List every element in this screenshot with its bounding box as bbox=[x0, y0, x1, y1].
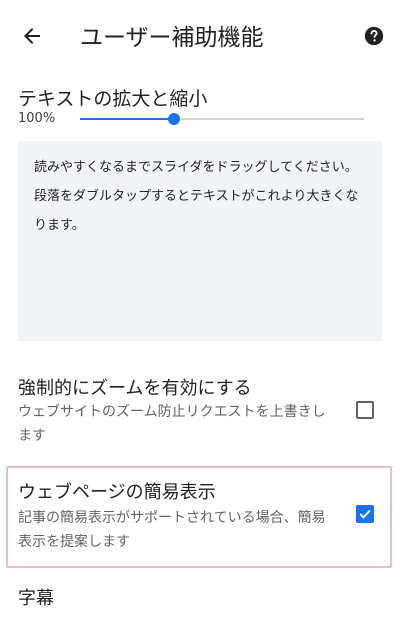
back-button[interactable] bbox=[16, 22, 48, 54]
captions-setting[interactable]: 字幕 bbox=[18, 586, 54, 612]
force-zoom-setting[interactable]: 強制的にズームを有効にする ウェブサイトのズーム防止リクエストを上書きします bbox=[0, 374, 400, 454]
slider-thumb[interactable] bbox=[167, 113, 180, 125]
text-scaling-slider[interactable] bbox=[80, 110, 364, 128]
page-title: ユーザー補助機能 bbox=[80, 25, 264, 51]
app-bar: ユーザー補助機能 bbox=[0, 0, 400, 76]
simplified-view-setting[interactable]: ウェブページの簡易表示 記事の簡易表示がサポートされている場合、簡易表示を提案し… bbox=[0, 478, 400, 558]
help-circle-icon bbox=[363, 25, 385, 51]
simplified-view-description: 記事の簡易表示がサポートされている場合、簡易表示を提案します bbox=[18, 510, 326, 550]
simplified-view-title: ウェブページの簡易表示 bbox=[18, 482, 216, 503]
force-zoom-description: ウェブサイトのズーム防止リクエストを上書きします bbox=[18, 404, 326, 444]
force-zoom-checkbox[interactable] bbox=[356, 401, 374, 419]
text-scaling-title: テキストの拡大と縮小 bbox=[18, 88, 208, 110]
slider-fill bbox=[80, 118, 174, 120]
arrow-back-icon bbox=[20, 24, 44, 52]
force-zoom-title: 強制的にズームを有効にする bbox=[18, 378, 252, 399]
text-preview: 読みやすくなるまでスライダをドラッグしてください。段落をダブルタップするとテキス… bbox=[34, 160, 359, 233]
text-preview-box: 読みやすくなるまでスライダをドラッグしてください。段落をダブルタップするとテキス… bbox=[18, 141, 382, 341]
simplified-view-checkbox[interactable] bbox=[356, 505, 374, 523]
check-icon bbox=[359, 509, 371, 519]
text-scaling-value: 100% bbox=[18, 111, 56, 126]
help-button[interactable] bbox=[360, 24, 388, 52]
